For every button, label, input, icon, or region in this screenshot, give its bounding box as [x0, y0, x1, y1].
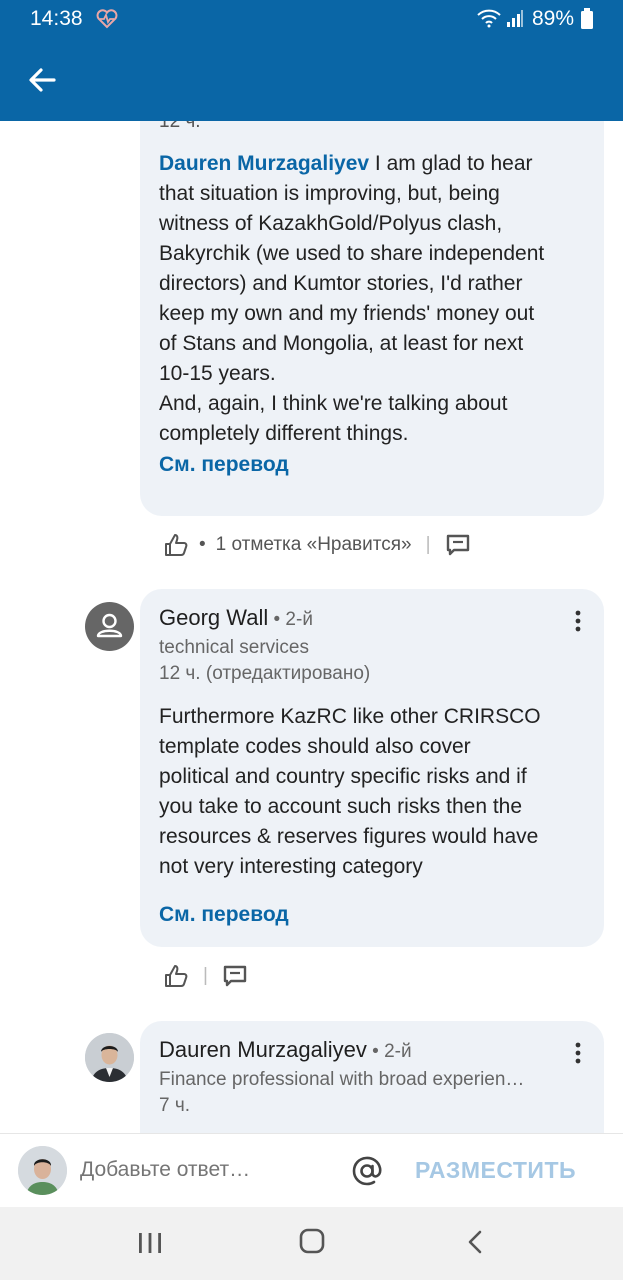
connection-degree: • 2-й — [268, 609, 313, 630]
mention-at-icon[interactable] — [350, 1154, 384, 1188]
post-button[interactable]: РАЗМЕСТИТЬ — [415, 1157, 576, 1184]
comment-text: Furthermore KazRC like other CRIRSCO tem… — [159, 702, 589, 882]
author-headline: technical services — [159, 637, 309, 658]
text-line: Furthermore KazRC like other CRIRSCO — [159, 705, 541, 728]
text-line: keep my own and my friends' money out — [159, 302, 535, 325]
comments-thread[interactable]: 12 ч. Dauren Murzagaliyev I am glad to h… — [0, 121, 623, 1133]
comment-text: Dauren Murzagaliyev I am glad to hear th… — [159, 149, 589, 449]
profile-photo — [18, 1146, 67, 1195]
text-line: I am glad to hear — [369, 152, 533, 175]
person-icon — [96, 613, 123, 638]
text-line: directors) and Kumtor stories, I'd rathe… — [159, 272, 523, 295]
text-line: Bakyrchik (we used to share independent — [159, 242, 545, 265]
text-line: that situation is improving, but, being — [159, 182, 500, 205]
comment-actions: • 1 отметка «Нравится» | — [163, 528, 471, 562]
reply-icon[interactable] — [222, 963, 248, 989]
see-translation-link[interactable]: См. перевод — [159, 903, 289, 927]
likes-count[interactable]: 1 отметка «Нравится» — [216, 534, 412, 556]
heart-monitor-icon — [96, 9, 118, 29]
reply-input[interactable] — [80, 1158, 330, 1182]
battery-icon — [581, 8, 593, 29]
text-line: resources & reserves figures would have — [159, 825, 539, 848]
text-line: you take to account such risks then the — [159, 795, 523, 818]
comment-bubble: 12 ч. Dauren Murzagaliyev I am glad to h… — [140, 121, 604, 516]
text-line: And, again, I think we're talking about — [159, 392, 508, 415]
avatar[interactable] — [85, 602, 134, 651]
signal-icon — [507, 10, 523, 27]
author-headline: Finance professional with broad experien… — [159, 1069, 525, 1090]
comment-time: 12 ч. — [159, 121, 201, 132]
like-icon[interactable] — [163, 532, 189, 558]
profile-photo — [85, 1033, 134, 1082]
text-line: not very interesting category — [159, 855, 423, 878]
more-options-icon[interactable] — [574, 1041, 582, 1065]
status-bar: 14:38 89% — [0, 0, 623, 38]
divider: | — [425, 534, 431, 555]
comment-actions: | — [163, 959, 248, 993]
text-line: 10-15 years. — [159, 362, 276, 385]
text-line: of Stans and Mongolia, at least for next — [159, 332, 524, 355]
text-line: political and country specific risks and… — [159, 765, 527, 788]
author-name-text: Dauren Murzagaliyev — [159, 1037, 367, 1062]
comment-time: 7 ч. — [159, 1095, 191, 1116]
app-bar — [0, 38, 623, 121]
text-line: witness of KazakhGold/Polyus clash, — [159, 212, 503, 235]
author-name[interactable]: Georg Wall • 2-й — [159, 605, 313, 631]
reply-icon[interactable] — [445, 532, 471, 558]
mention-link[interactable]: Dauren Murzagaliyev — [159, 152, 369, 175]
home-icon[interactable] — [298, 1227, 326, 1255]
text-line: template codes should also cover — [159, 735, 471, 758]
reply-composer: РАЗМЕСТИТЬ — [0, 1133, 623, 1207]
my-avatar — [18, 1146, 67, 1195]
status-time: 14:38 — [30, 7, 83, 30]
more-options-icon[interactable] — [574, 609, 582, 633]
connection-degree: • 2-й — [366, 1041, 412, 1062]
comment-bubble: Georg Wall • 2-й technical services 12 ч… — [140, 589, 604, 947]
comment-bubble: Dauren Murzagaliyev • 2-й Finance profes… — [140, 1021, 604, 1133]
comment-time: 12 ч. (отредактировано) — [159, 663, 371, 684]
separator-dot: • — [199, 534, 206, 555]
battery-percent: 89% — [532, 7, 575, 30]
like-icon[interactable] — [163, 963, 189, 989]
text-line: completely different things. — [159, 422, 409, 445]
see-translation-link[interactable]: См. перевод — [159, 453, 289, 477]
author-name[interactable]: Dauren Murzagaliyev • 2-й — [159, 1037, 412, 1063]
arrow-left-icon[interactable] — [22, 60, 62, 100]
system-nav-bar — [0, 1207, 623, 1280]
wifi-icon — [477, 9, 501, 28]
recent-apps-icon[interactable] — [137, 1231, 163, 1255]
avatar[interactable] — [85, 1033, 134, 1082]
author-name-text: Georg Wall — [159, 605, 269, 630]
back-icon[interactable] — [464, 1229, 486, 1255]
divider: | — [203, 965, 208, 986]
